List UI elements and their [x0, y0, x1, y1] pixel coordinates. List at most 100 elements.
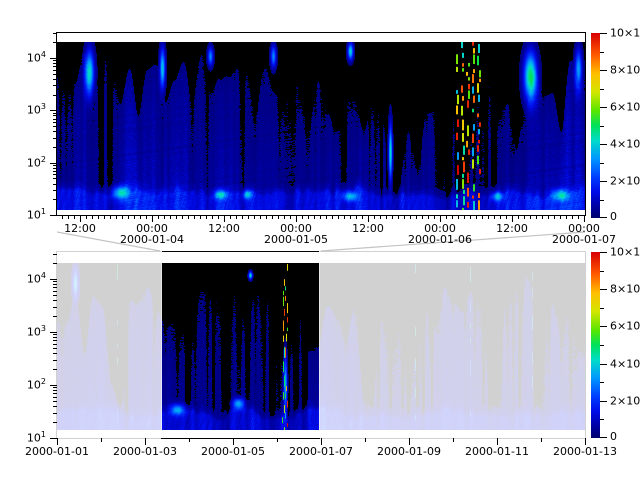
selection-right-edge[interactable]	[319, 249, 320, 430]
y-tick-label: 101	[12, 208, 46, 222]
x-minor-tick	[332, 215, 333, 219]
x-minor-tick	[338, 215, 339, 219]
x-minor-tick	[164, 215, 165, 219]
y-minor-tick	[53, 63, 57, 64]
colorbar-minor-tick	[600, 382, 604, 383]
x-minor-tick	[260, 215, 261, 219]
x-minor-tick	[86, 215, 87, 219]
y-minor-tick	[53, 353, 57, 354]
x-minor-tick	[290, 215, 291, 219]
colorbar-top	[591, 33, 600, 218]
y-tick-label: 103	[12, 325, 46, 339]
x-major-tick	[152, 215, 153, 222]
x-minor-tick	[541, 438, 542, 442]
x-minor-tick	[314, 215, 315, 219]
y-major-tick	[50, 279, 57, 280]
x-minor-tick	[410, 215, 411, 219]
x-minor-tick	[416, 215, 417, 219]
x-minor-tick	[74, 215, 75, 219]
x-minor-tick	[278, 215, 279, 219]
y-major-tick	[50, 332, 57, 333]
selection-left-edge[interactable]	[161, 249, 162, 430]
x-minor-tick	[277, 438, 278, 442]
x-minor-tick	[434, 215, 435, 219]
y-minor-tick	[53, 178, 57, 179]
x-minor-tick	[200, 215, 201, 219]
colorbar-major-tick	[600, 437, 607, 438]
zoom-spectrogram-plot[interactable]	[57, 42, 585, 210]
x-tick-label: 12:00	[352, 222, 384, 235]
context-panel-frame	[56, 251, 586, 439]
colorbar-minor-tick	[600, 126, 604, 127]
x-tick-date-label: 2000-01-06	[408, 233, 472, 246]
x-tick-label: 2000-01-01	[25, 445, 89, 458]
y-minor-tick	[53, 281, 57, 282]
context-dimmed-region-left	[56, 251, 161, 439]
x-minor-tick	[68, 215, 69, 219]
x-minor-tick	[188, 215, 189, 219]
y-minor-tick	[53, 337, 57, 338]
x-minor-tick	[350, 215, 351, 219]
y-minor-tick	[53, 291, 57, 292]
y-minor-tick	[53, 348, 57, 349]
x-minor-tick	[365, 438, 366, 442]
colorbar-major-tick	[600, 326, 607, 327]
x-minor-tick	[320, 215, 321, 219]
y-tick-label: 102	[12, 378, 46, 392]
y-minor-tick	[53, 60, 57, 61]
colorbar-minor-tick	[600, 52, 604, 53]
x-minor-tick	[566, 215, 567, 219]
y-tick-label: 102	[12, 156, 46, 170]
x-minor-tick	[158, 215, 159, 219]
x-tick-date-label: 2000-01-04	[120, 233, 184, 246]
x-minor-tick	[230, 215, 231, 219]
x-major-tick	[497, 438, 498, 445]
x-minor-tick	[386, 215, 387, 219]
colorbar-major-tick	[600, 107, 607, 108]
x-major-tick	[368, 215, 369, 222]
y-major-tick	[50, 215, 57, 216]
x-major-tick	[409, 438, 410, 445]
y-minor-tick	[53, 254, 57, 255]
x-minor-tick	[308, 215, 309, 219]
x-minor-tick	[104, 215, 105, 219]
x-major-tick	[440, 215, 441, 222]
y-minor-tick	[53, 85, 57, 86]
x-minor-tick	[464, 215, 465, 219]
x-tick-label: 12:00	[496, 222, 528, 235]
x-major-tick	[584, 215, 585, 222]
x-minor-tick	[170, 215, 171, 219]
x-major-tick	[80, 215, 81, 222]
y-minor-tick	[53, 113, 57, 114]
x-minor-tick	[554, 215, 555, 219]
y-minor-tick	[53, 138, 57, 139]
y-minor-tick	[53, 344, 57, 345]
x-minor-tick	[194, 215, 195, 219]
x-major-tick	[145, 438, 146, 445]
x-minor-tick	[266, 215, 267, 219]
y-minor-tick	[53, 115, 57, 116]
x-tick-label: 2000-01-05	[201, 445, 265, 458]
x-minor-tick	[446, 215, 447, 219]
y-minor-tick	[53, 119, 57, 120]
x-minor-tick	[572, 215, 573, 219]
x-minor-tick	[242, 215, 243, 219]
x-minor-tick	[128, 215, 129, 219]
x-minor-tick	[536, 215, 537, 219]
y-major-tick	[50, 163, 57, 164]
y-minor-tick	[53, 393, 57, 394]
x-major-tick	[321, 438, 322, 445]
y-minor-tick	[53, 95, 57, 96]
colorbar-major-tick	[600, 217, 607, 218]
y-minor-tick	[53, 284, 57, 285]
colorbar-major-tick	[600, 33, 607, 34]
x-minor-tick	[284, 215, 285, 219]
y-minor-tick	[53, 406, 57, 407]
x-tick-label: 2000-01-11	[465, 445, 529, 458]
colorbar-major-tick	[600, 252, 607, 253]
x-tick-date-label: 2000-01-07	[552, 233, 616, 246]
colorbar-minor-tick	[600, 345, 604, 346]
x-minor-tick	[116, 215, 117, 219]
x-major-tick	[233, 438, 234, 445]
colorbar-tick-label: 8×107	[610, 282, 640, 296]
